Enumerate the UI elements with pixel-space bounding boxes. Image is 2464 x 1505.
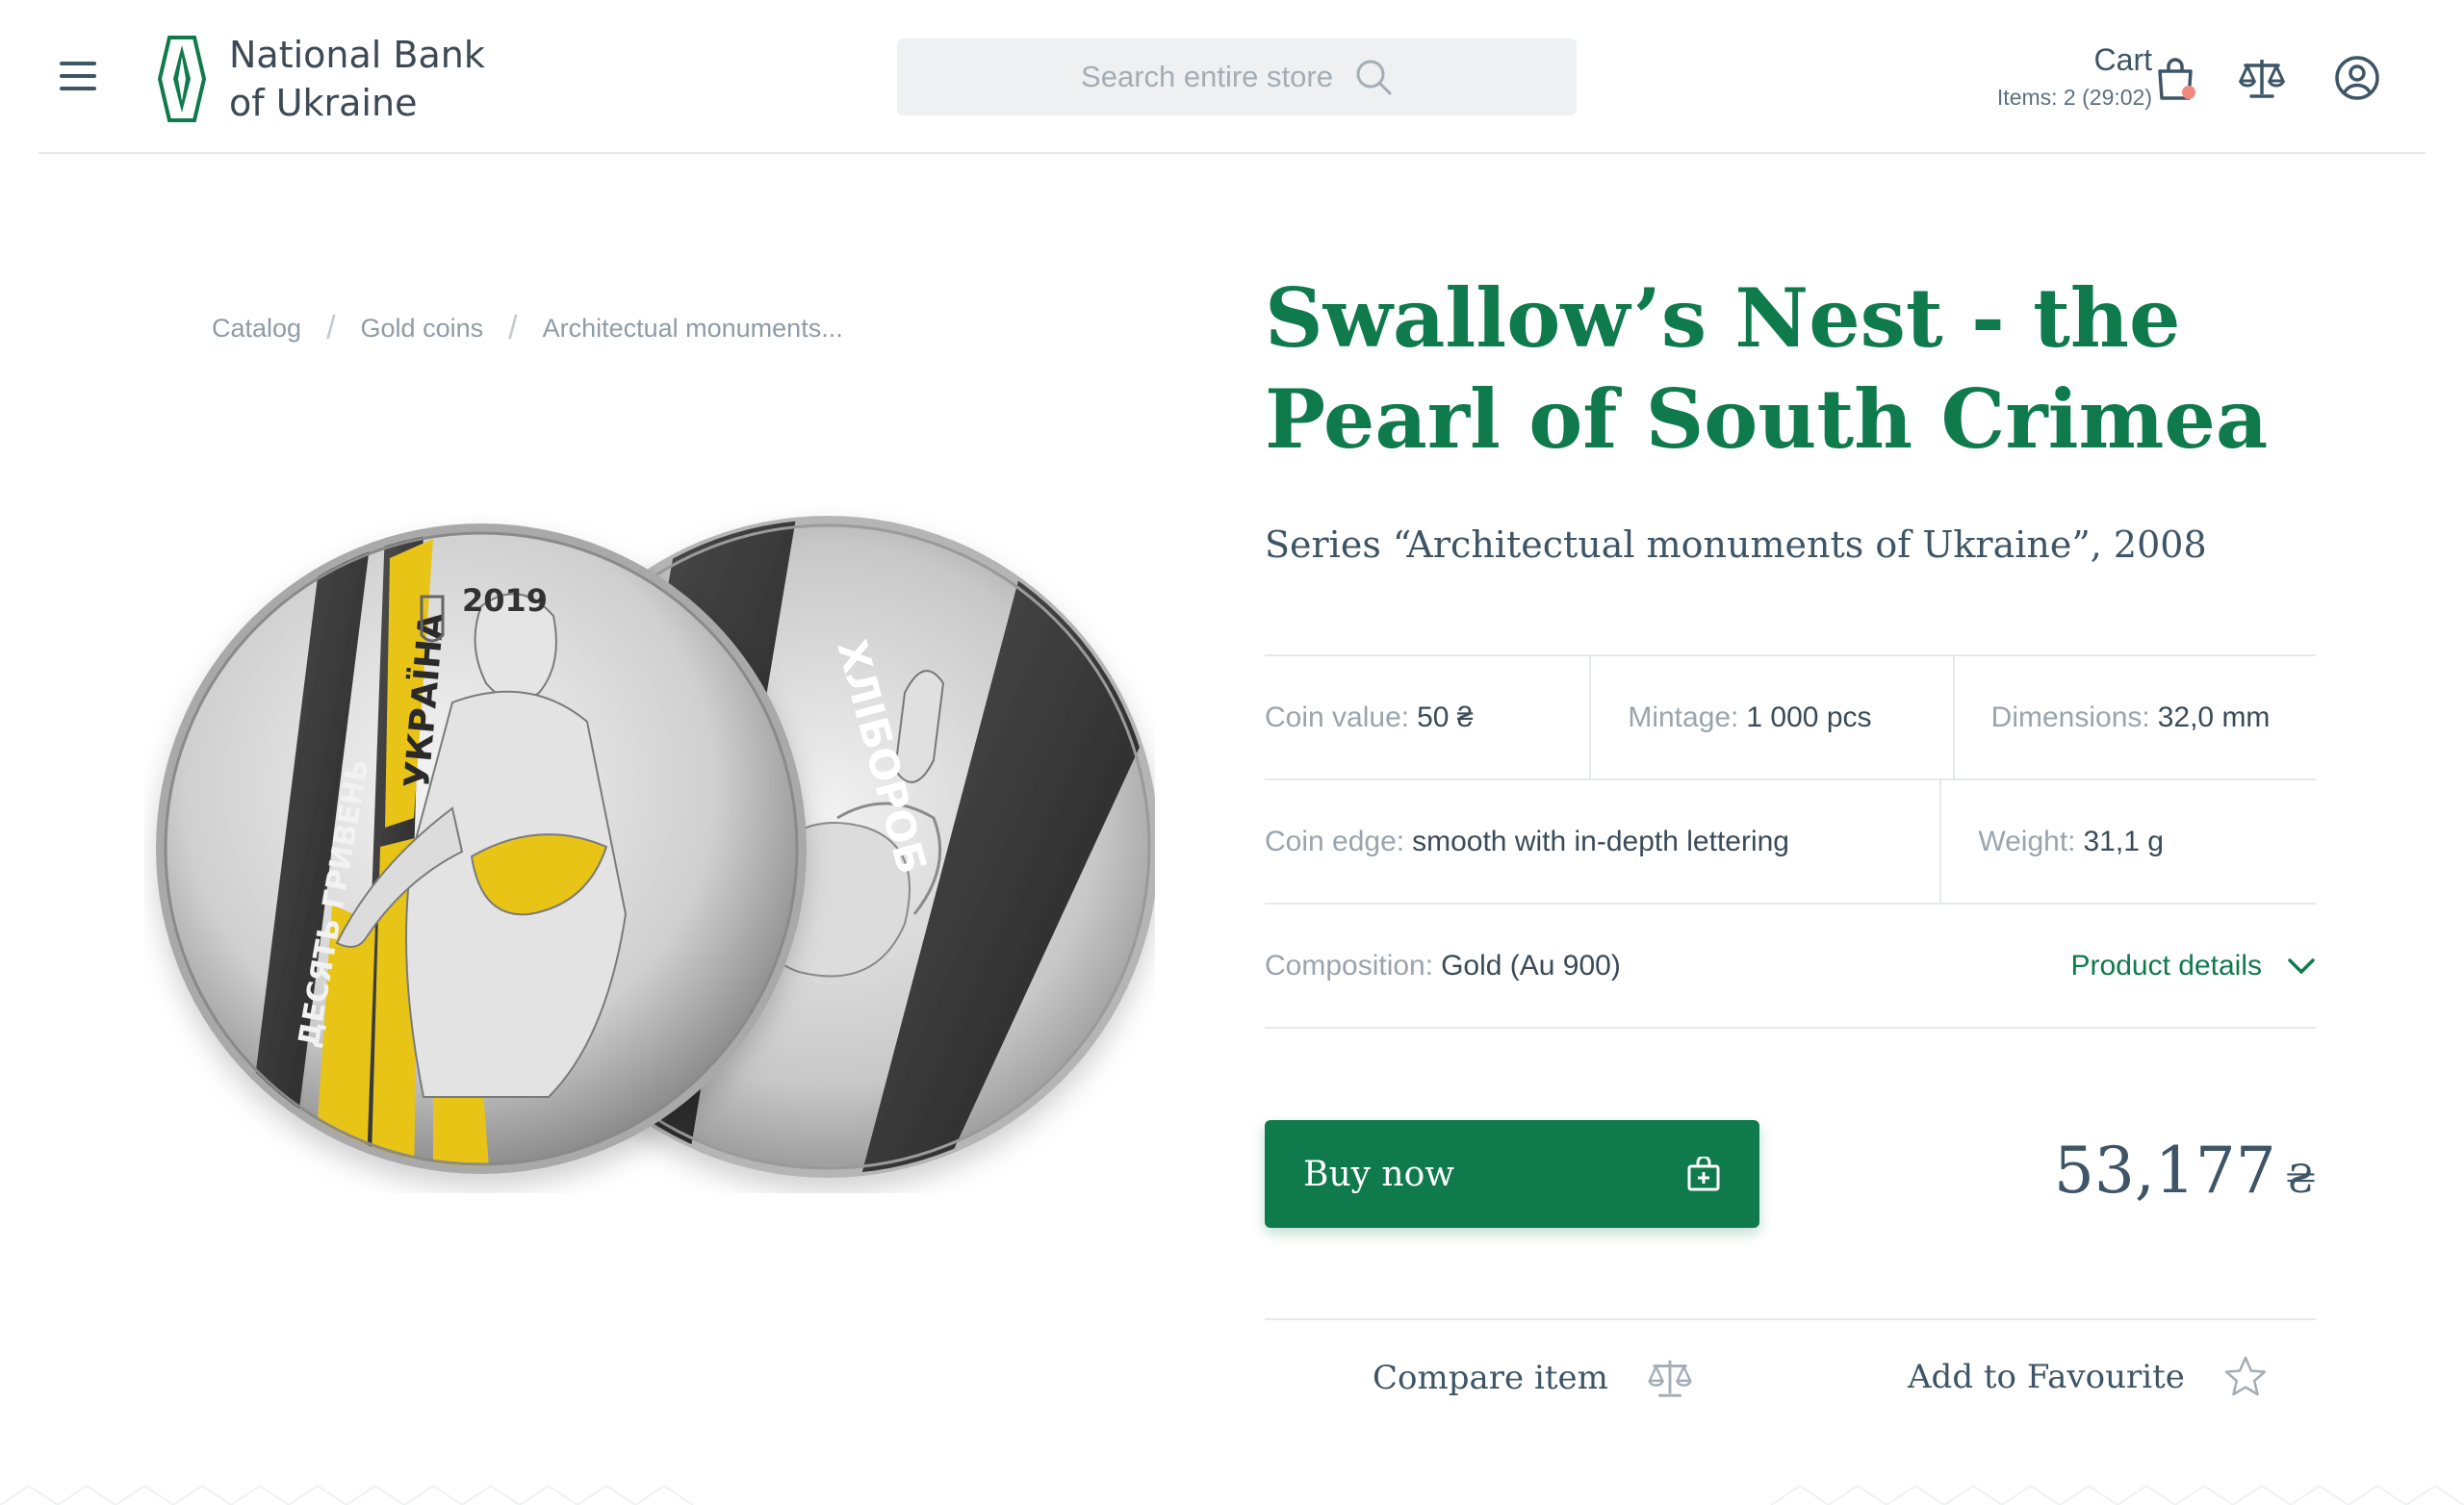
product-details-toggle[interactable]: Product details (2071, 950, 2316, 982)
spec-value: Gold (Au 900) (1441, 949, 1621, 982)
cart-title: Cart (2093, 42, 2152, 77)
spec-value: 50 ₴ (1417, 701, 1474, 733)
search-input[interactable]: Search entire store (897, 38, 1577, 115)
decorative-pattern (0, 1484, 2464, 1505)
coin-year: 2019 (462, 582, 548, 619)
spec-label: Weight: (1978, 825, 2076, 857)
product-image[interactable]: ХЛІБОРОБ 2019 УКРАЇНА ДЕСЯТЬ ГРИВЕНЬ (144, 500, 1155, 1193)
product-specs: Coin value: 50 ₴ Mintage: 1 000 pcs Dime… (1265, 654, 2316, 1029)
breadcrumb: Catalog / Gold coins / Architectual monu… (212, 310, 843, 347)
cart-items: Items: 2 (29:02) (1996, 85, 2152, 110)
divider (1265, 1318, 2316, 1320)
breadcrumb-catalog[interactable]: Catalog (212, 314, 301, 344)
brand-line-2: of Ukraine (229, 82, 418, 124)
scales-icon (1647, 1360, 1692, 1397)
breadcrumb-current[interactable]: Architectual monuments... (543, 314, 843, 344)
brand-name: National Bank of Ukraine (229, 31, 485, 127)
spec-value: 31,1 g (2083, 825, 2164, 857)
add-to-favourite-label: Add to Favourite (1908, 1358, 2185, 1396)
spec-label: Coin edge: (1265, 825, 1405, 857)
breadcrumb-gold-coins[interactable]: Gold coins (361, 314, 484, 344)
star-icon (2224, 1356, 2267, 1396)
spec-weight: Weight: 31,1 g (1939, 780, 2316, 903)
menu-button[interactable] (60, 62, 96, 90)
search-placeholder: Search entire store (1081, 60, 1333, 93)
spec-label: Coin value: (1265, 701, 1410, 733)
spec-dimensions: Dimensions: 32,0 mm (1952, 656, 2316, 778)
specs-row: Coin edge: smooth with in-depth letterin… (1265, 780, 2316, 905)
specs-row: Coin value: 50 ₴ Mintage: 1 000 pcs Dime… (1265, 656, 2316, 780)
menu-icon-line (60, 74, 96, 78)
price-currency: ₴ (2285, 1158, 2316, 1202)
spec-coin-edge: Coin edge: smooth with in-depth letterin… (1265, 780, 1939, 903)
compare-item-label: Compare item (1373, 1359, 1608, 1397)
logo-icon (157, 36, 207, 122)
header: National Bank of Ukraine Search entire s… (38, 0, 2426, 154)
spec-mintage: Mintage: 1 000 pcs (1589, 656, 1952, 778)
price-amount: 53,177 (2053, 1134, 2276, 1208)
spec-label: Mintage: (1628, 701, 1739, 733)
buy-now-label: Buy now (1303, 1154, 1455, 1194)
scales-icon[interactable] (2238, 54, 2286, 102)
product-details-label: Product details (2070, 949, 2262, 982)
spec-label: Composition: (1265, 949, 1434, 982)
menu-icon-line (60, 87, 96, 90)
product-price: 53,177 ₴ (2054, 1134, 2316, 1208)
cart-link[interactable]: Cart Items: 2 (29:02) (1997, 40, 2152, 111)
search-icon[interactable] (1354, 58, 1393, 96)
spec-coin-value: Coin value: 50 ₴ (1265, 656, 1589, 778)
add-to-bag-icon (1687, 1157, 1720, 1191)
spec-label: Dimensions: (1990, 701, 2150, 733)
specs-row: Composition: Gold (Au 900) Product detai… (1265, 905, 2316, 1029)
product-title: Swallow’s Nest - the Pearl of South Crim… (1265, 270, 2269, 467)
spec-composition: Composition: Gold (Au 900) Product detai… (1265, 905, 2316, 1027)
product-series: Series “Architectual monuments of Ukrain… (1265, 523, 2207, 566)
chevron-down-icon (2288, 957, 2315, 974)
buy-now-button[interactable]: Buy now (1265, 1120, 1759, 1228)
breadcrumb-separator: / (326, 310, 336, 346)
logo[interactable]: National Bank of Ukraine (156, 31, 485, 127)
brand-line-1: National Bank (229, 34, 485, 76)
menu-icon (60, 62, 96, 65)
user-account-icon[interactable] (2333, 54, 2381, 102)
spec-value: 32,0 mm (2157, 701, 2271, 733)
product-page: National Bank of Ukraine Search entire s… (0, 0, 2464, 1505)
compare-item-button[interactable]: Compare item (1373, 1355, 1693, 1401)
cart-notification-dot (2182, 86, 2195, 99)
spec-value: 1 000 pcs (1746, 701, 1872, 733)
spec-value: smooth with in-depth lettering (1412, 825, 1789, 857)
add-to-favourite-button[interactable]: Add to Favourite (1908, 1355, 2268, 1399)
breadcrumb-separator: / (508, 310, 518, 346)
